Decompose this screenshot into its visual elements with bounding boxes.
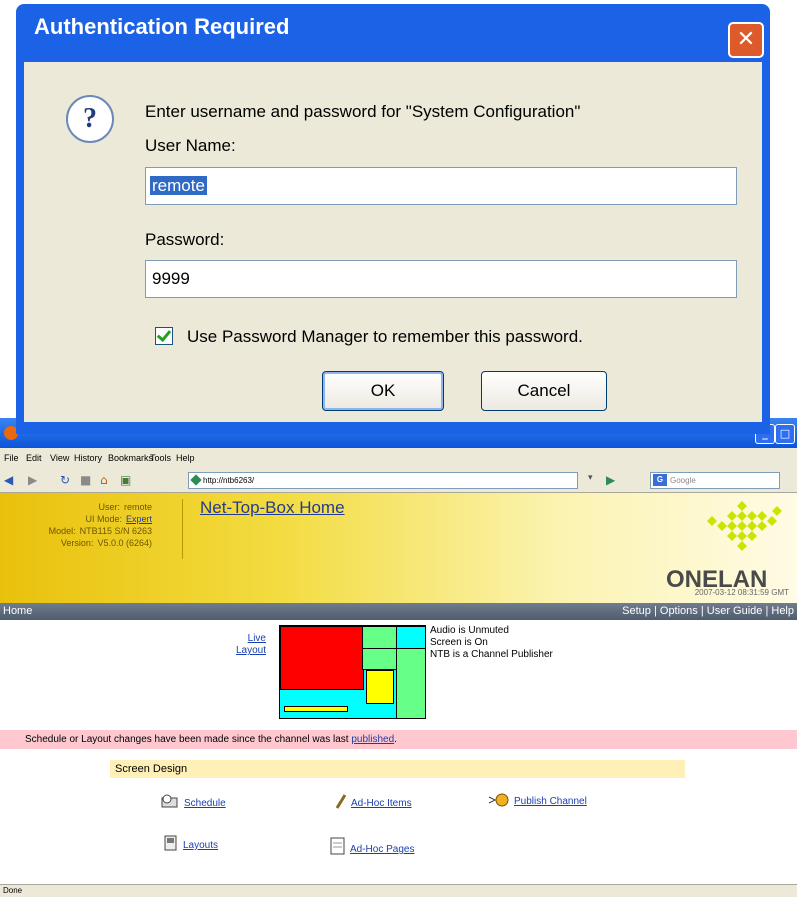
model-value: NTB115 S/N 6263 [79,526,152,536]
url-bar[interactable]: http://ntb6263/ [188,472,578,489]
menu-bar: File Edit View History Bookmarks Tools H… [0,448,797,468]
username-label: User Name: [145,136,236,155]
pencil-icon [335,794,347,809]
adhoc-pages-link[interactable]: Ad-Hoc Pages [350,844,414,855]
nav-links[interactable]: Setup | Options | User Guide | Help [622,603,794,620]
mode-link[interactable]: Expert [126,514,152,524]
password-value: 9999 [152,269,190,288]
google-icon: G [653,474,667,486]
reload-icon[interactable]: ↻ [60,473,70,487]
status-publisher: NTB is a Channel Publisher [430,649,553,660]
published-link[interactable]: published [351,734,394,745]
version-label: Version: [60,538,94,548]
layout-preview[interactable] [279,625,426,719]
question-icon: ? [66,95,114,143]
page-content: User: remote UI Mode: Expert Model: NTB115 … [0,493,797,884]
username-value: remote [150,176,207,195]
menu-edit[interactable]: Edit [26,453,42,463]
url-text: http://ntb6263/ [203,476,255,485]
go-icon[interactable]: ▶ [606,473,615,487]
layouts-icon [164,835,177,851]
browser-window: _ □ File Edit View History Bookmarks Too… [0,418,797,897]
nav-strip: Home Setup | Options | User Guide | Help [0,603,797,620]
menu-history[interactable]: History [74,453,102,463]
device-status: Audio is Unmuted Screen is On NTB is a C… [430,625,553,661]
menu-view[interactable]: View [50,453,69,463]
user-value: remote [123,502,152,512]
menu-bookmarks[interactable]: Bookmarks [108,453,153,463]
forward-icon[interactable]: ▶ [28,473,37,487]
schedule-icon [161,794,178,808]
live-link[interactable]: Live [222,633,266,645]
page-title[interactable]: Net-Top-Box Home [200,498,345,518]
dialog-title: Authentication Required [34,14,290,39]
navigation-toolbar: ◀ ▶ ↻ ■ ⌂ ▣ http://ntb6263/ ▾ ▶ G Google [0,468,797,493]
stop-icon[interactable]: ■ [80,473,91,487]
dialog-body: ? Enter username and password for "Syste… [24,62,762,422]
publish-channel-link[interactable]: Publish Channel [514,796,587,807]
menu-help[interactable]: Help [176,453,195,463]
preview-zone-green-top [362,626,398,650]
layouts-link[interactable]: Layouts [183,840,218,851]
adhoc-pages-item[interactable]: Ad-Hoc Pages [330,835,414,855]
maximize-icon[interactable]: □ [775,424,795,444]
close-icon[interactable]: ✕ [728,22,764,58]
live-layout-links: Live Layout [222,633,266,657]
timestamp: 2007-03-12 08:31:59 GMT [694,588,789,597]
page-icon [330,837,345,855]
back-icon[interactable]: ◀ [4,473,13,487]
preview-zone-yellow [366,670,394,704]
preview-zone-green-right [396,648,425,718]
remember-checkbox[interactable] [155,327,173,345]
nav-home[interactable]: Home [3,603,32,620]
mode-label: UI Mode: [85,514,122,524]
menu-file[interactable]: File [4,453,19,463]
device-info: User: remote UI Mode: Expert Model: NTB115 … [0,501,180,549]
site-icon [190,474,202,486]
notice-text: Schedule or Layout changes have been mad… [25,734,352,745]
layout-link[interactable]: Layout [222,645,266,657]
schedule-link[interactable]: Schedule [184,798,226,809]
screen-design-title: Screen Design [115,763,188,775]
publish-notice: Schedule or Layout changes have been mad… [0,730,797,749]
dialog-prompt: Enter username and password for "System … [145,102,581,121]
menu-tools[interactable]: Tools [150,453,171,463]
adhoc-items-link[interactable]: Ad-Hoc Items [351,798,412,809]
preview-zone-red [280,626,364,690]
model-label: Model: [48,526,76,536]
preview-zone-green-mid [362,648,398,670]
page-header: User: remote UI Mode: Expert Model: NTB115 … [0,493,797,603]
status-text: Done [3,886,23,895]
browser-statusbar: Done [0,884,797,897]
publish-icon [488,793,509,807]
search-placeholder: Google [670,476,696,485]
ok-button[interactable]: OK [322,371,444,411]
adhoc-items-item[interactable]: Ad-Hoc Items [335,793,412,809]
schedule-item[interactable]: Schedule [160,793,226,809]
notice-end: . [394,734,397,745]
preview-zone-cyan [396,626,425,650]
password-field[interactable]: 9999 [145,260,737,298]
bookmark-icon[interactable]: ▣ [120,473,131,487]
home-icon[interactable]: ⌂ [100,473,108,487]
auth-dialog: Authentication Required ✕ ? Enter userna… [16,4,770,434]
header-divider [182,499,183,559]
preview-ticker [284,706,348,712]
search-box[interactable]: G Google [650,472,780,489]
user-label: User: [98,502,120,512]
version-value: V5.0.0 (6264) [97,538,152,548]
remember-label[interactable]: Use Password Manager to remember this pa… [187,327,583,347]
publish-channel-item[interactable]: Publish Channel [488,793,587,807]
onelan-logo-icon [707,501,782,551]
status-screen: Screen is On [430,637,488,648]
url-dropdown-icon[interactable]: ▾ [588,473,593,483]
status-audio: Audio is Unmuted [430,625,509,636]
password-label: Password: [145,230,225,249]
cancel-button[interactable]: Cancel [481,371,607,411]
screen-design-header: Screen Design [110,760,685,778]
username-field[interactable]: remote [145,167,737,205]
layouts-item[interactable]: Layouts [163,835,218,851]
